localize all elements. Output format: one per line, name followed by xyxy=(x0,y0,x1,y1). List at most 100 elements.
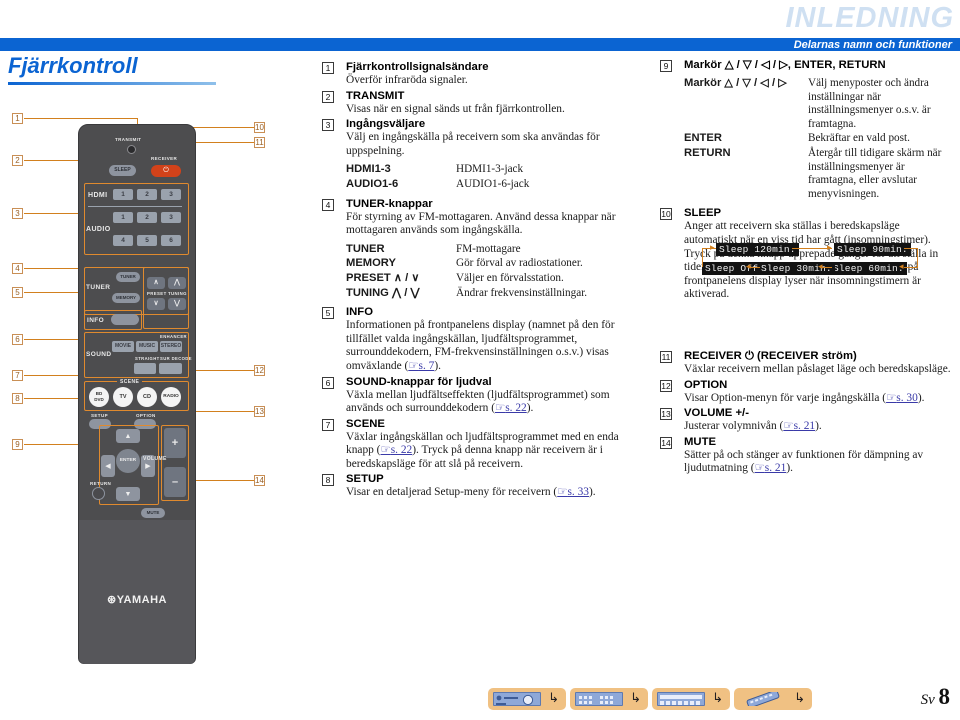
cursor-up-button[interactable]: ▲ xyxy=(116,429,140,443)
table-row: PRESET ∧ / ∨ Väljer en förvalsstation. xyxy=(346,272,587,287)
scene-bd-dvd-button[interactable]: BD DVD xyxy=(89,387,109,407)
list-item: 13 VOLUME +/- Justerar volymnivån (s. 21… xyxy=(660,406,952,434)
table-row: RETURN Återgår till tidigare skärm när i… xyxy=(684,147,952,202)
hdmi-button-3[interactable]: 3 xyxy=(161,189,181,200)
page-reference-link[interactable]: s. 21 xyxy=(783,420,815,432)
movie-button[interactable]: MOVIE xyxy=(112,341,134,352)
audio-button-4[interactable]: 4 xyxy=(113,235,133,246)
item-description: Växlar ingångskällan och ljudfältsprogra… xyxy=(346,431,622,472)
scene-radio-button[interactable]: RADIO xyxy=(161,387,181,407)
receiver-power-button[interactable]: ⏻ xyxy=(151,165,181,177)
badge-remote[interactable]: ↳ xyxy=(734,688,812,710)
page-reference-link[interactable]: s. 22 xyxy=(495,402,527,414)
tuning-label: TUNING xyxy=(168,291,187,296)
sound-section-label: SOUND xyxy=(86,351,112,358)
badge-display[interactable]: ↳ xyxy=(652,688,730,710)
page-reference-link[interactable]: s. 30 xyxy=(886,392,918,404)
tuning-up-button[interactable]: ⋀ xyxy=(168,277,186,289)
memory-button[interactable]: MEMORY xyxy=(112,293,140,303)
hdmi-button-1[interactable]: 1 xyxy=(113,189,133,200)
yamaha-wordmark: YAMAHA xyxy=(116,594,167,606)
volume-down-button[interactable]: – xyxy=(164,467,186,497)
page-reference-link[interactable]: s. 21 xyxy=(755,462,787,474)
transmit-label: TRANSMIT xyxy=(115,137,142,142)
desc-pre: Visar en detaljerad Setup-meny för recei… xyxy=(346,486,558,499)
badge-front-panel[interactable]: ↳ xyxy=(488,688,566,710)
audio-button-2[interactable]: 2 xyxy=(137,212,157,223)
item-description: Växlar receivern mellan påslaget läge oc… xyxy=(684,362,951,375)
scene-cd-button[interactable]: CD xyxy=(137,387,157,407)
straight-button[interactable] xyxy=(134,363,156,374)
item-description: Justerar volymnivån (s. 21). xyxy=(684,420,952,434)
page-reference-link[interactable]: s. 7 xyxy=(408,360,434,372)
cursor-down-button[interactable]: ▼ xyxy=(116,487,140,501)
sur-decode-button[interactable] xyxy=(159,363,182,374)
mute-button[interactable]: MUTE xyxy=(141,508,165,518)
scene-tv-button[interactable]: TV xyxy=(113,387,133,407)
badge-rear-panel[interactable]: ↳ xyxy=(570,688,648,710)
callout-6: 6 xyxy=(12,334,23,345)
list-item: 4 TUNER-knappar För styrning av FM-motta… xyxy=(322,197,622,302)
page-reference-link[interactable]: s. 22 xyxy=(380,444,412,456)
desc-pre: Informationen på frontpanelens display (… xyxy=(346,319,615,372)
leader-line-1 xyxy=(24,118,137,119)
hdmi-button-2[interactable]: 2 xyxy=(137,189,157,200)
return-button[interactable] xyxy=(92,487,105,500)
desc-pre: Växla mellan ljudfältseffekten (ljudfält… xyxy=(346,388,610,415)
stereo-button[interactable]: STEREO xyxy=(160,341,182,352)
receiver-rear-panel-icon xyxy=(575,692,623,706)
audio-button-5[interactable]: 5 xyxy=(137,235,157,246)
enter-button[interactable]: ENTER xyxy=(116,449,140,473)
item-description: Visar en detaljerad Setup-meny för recei… xyxy=(346,486,622,500)
preset-up-button[interactable]: ∧ xyxy=(147,277,165,289)
rear-panel-glyph xyxy=(579,696,613,704)
audio-button-3[interactable]: 3 xyxy=(161,212,181,223)
table-value: Bekräftar en vald post. xyxy=(808,132,910,145)
table-value: HDMI1-3-jack xyxy=(456,163,524,176)
list-item: 11 RECEIVER ⏻ (RECEIVER ström) Växlar re… xyxy=(660,349,952,377)
yamaha-tuning-fork-icon: ⊛ xyxy=(107,594,117,606)
volume-up-button[interactable]: + xyxy=(164,428,186,458)
item-number: 7 xyxy=(322,418,334,431)
item-term: MUTE xyxy=(684,435,717,448)
preset-down-button[interactable]: ∨ xyxy=(147,298,165,310)
item-number: 11 xyxy=(660,350,672,363)
item-number: 12 xyxy=(660,379,672,392)
list-item: 6 SOUND-knappar för ljudval Växla mellan… xyxy=(322,375,622,416)
item-number: 9 xyxy=(660,60,672,72)
receiver-front-panel-icon xyxy=(493,692,541,706)
return-label: RETURN xyxy=(90,481,112,486)
item-number: 10 xyxy=(660,208,672,221)
sleep-step-30: Sleep 30min. xyxy=(758,262,835,275)
tuner-section-label: TUNER xyxy=(86,284,111,291)
cursor-left-button[interactable]: ◀ xyxy=(101,455,115,477)
callout-8: 8 xyxy=(12,393,23,404)
sleep-button[interactable]: SLEEP xyxy=(109,165,136,176)
table-value: Välj menyposter och ändra inställningar … xyxy=(808,77,931,130)
desc-pre: Justerar volymnivån ( xyxy=(684,420,784,433)
input-divider xyxy=(88,206,182,207)
description-column-middle: 1 Fjärrkontrollsignalsändare Överför inf… xyxy=(322,60,622,501)
remote-glyph xyxy=(746,689,780,709)
transmit-led-icon xyxy=(127,145,136,154)
item-term: RECEIVER ⏻ (RECEIVER ström) xyxy=(684,349,857,362)
item-number: 1 xyxy=(322,62,334,74)
setup-label: SETUP xyxy=(91,413,109,418)
audio-button-1[interactable]: 1 xyxy=(113,212,133,223)
audio-button-6[interactable]: 6 xyxy=(161,235,181,246)
hdmi-label: HDMI xyxy=(88,192,108,199)
sub-table: TUNER FM-mottagare MEMORY Gör förval av … xyxy=(346,243,587,301)
info-button[interactable] xyxy=(111,314,139,325)
table-value: Återgår till tidigare skärm när inställn… xyxy=(808,146,942,200)
tuner-button[interactable]: TUNER xyxy=(116,272,140,282)
leader-line-4 xyxy=(24,268,80,269)
page-reference-link[interactable]: s. 33 xyxy=(557,486,589,498)
list-item: 5 INFO Informationen på frontpanelens di… xyxy=(322,305,622,373)
item-description: Visas när en signal sänds ut från fjärrk… xyxy=(346,102,565,115)
music-button[interactable]: MUSIC xyxy=(136,341,158,352)
tuning-down-button[interactable]: ⋁ xyxy=(168,298,186,310)
table-row: MEMORY Gör förval av radiostationer. xyxy=(346,257,587,272)
list-item: 2 TRANSMIT Visas när en signal sänds ut … xyxy=(322,89,622,117)
desc-post: ). xyxy=(588,486,596,499)
table-value: Väljer en förvalsstation. xyxy=(456,271,564,284)
